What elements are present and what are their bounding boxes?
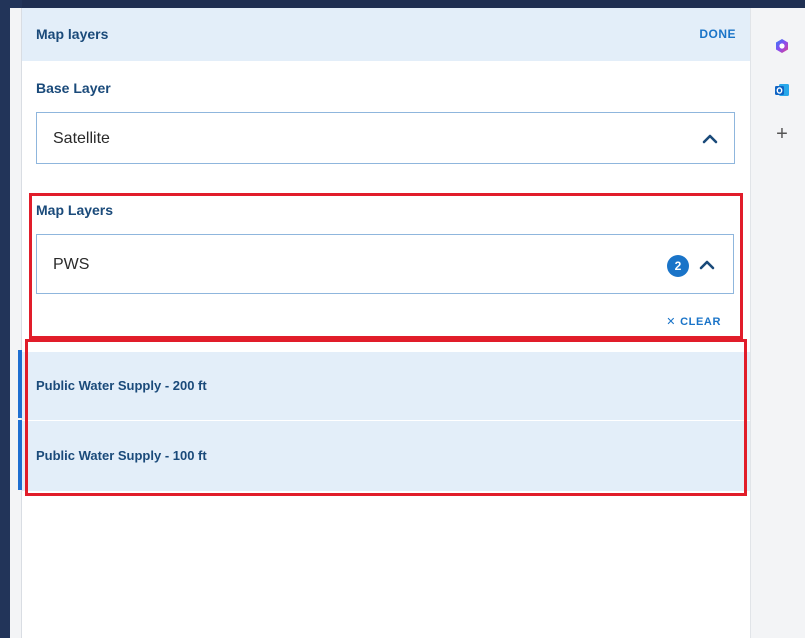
side-rail: +: [750, 8, 805, 638]
chevron-up-icon: [699, 260, 715, 270]
panel-header: Map layers DONE: [22, 8, 750, 61]
base-layer-select[interactable]: Satellite: [36, 112, 735, 164]
selected-count-badge: 2: [667, 255, 689, 277]
map-layers-select[interactable]: PWS 2: [36, 234, 734, 294]
layer-option-label: Public Water Supply - 100 ft: [36, 448, 207, 463]
map-layers-panel: Map layers DONE Base Layer Satellite Map…: [22, 8, 750, 638]
layer-option-label: Public Water Supply - 200 ft: [36, 378, 207, 393]
close-icon: ✕: [666, 316, 677, 328]
copilot-icon[interactable]: [774, 38, 790, 54]
done-button[interactable]: DONE: [699, 27, 736, 41]
panel-title: Map layers: [36, 26, 109, 42]
base-layer-value: Satellite: [53, 130, 110, 147]
clear-button[interactable]: ✕ CLEAR: [666, 315, 721, 328]
base-layer-label: Base Layer: [36, 80, 111, 96]
plus-icon[interactable]: +: [774, 124, 790, 144]
chevron-up-icon: [702, 134, 718, 144]
clear-label: CLEAR: [680, 316, 721, 328]
outlook-icon[interactable]: [774, 82, 790, 98]
layer-option[interactable]: Public Water Supply - 100 ft: [22, 421, 750, 491]
map-layers-value: PWS: [53, 256, 90, 273]
layer-option[interactable]: Public Water Supply - 200 ft: [22, 352, 750, 420]
background-list-edge: [10, 8, 22, 638]
map-layers-label: Map Layers: [36, 202, 114, 218]
